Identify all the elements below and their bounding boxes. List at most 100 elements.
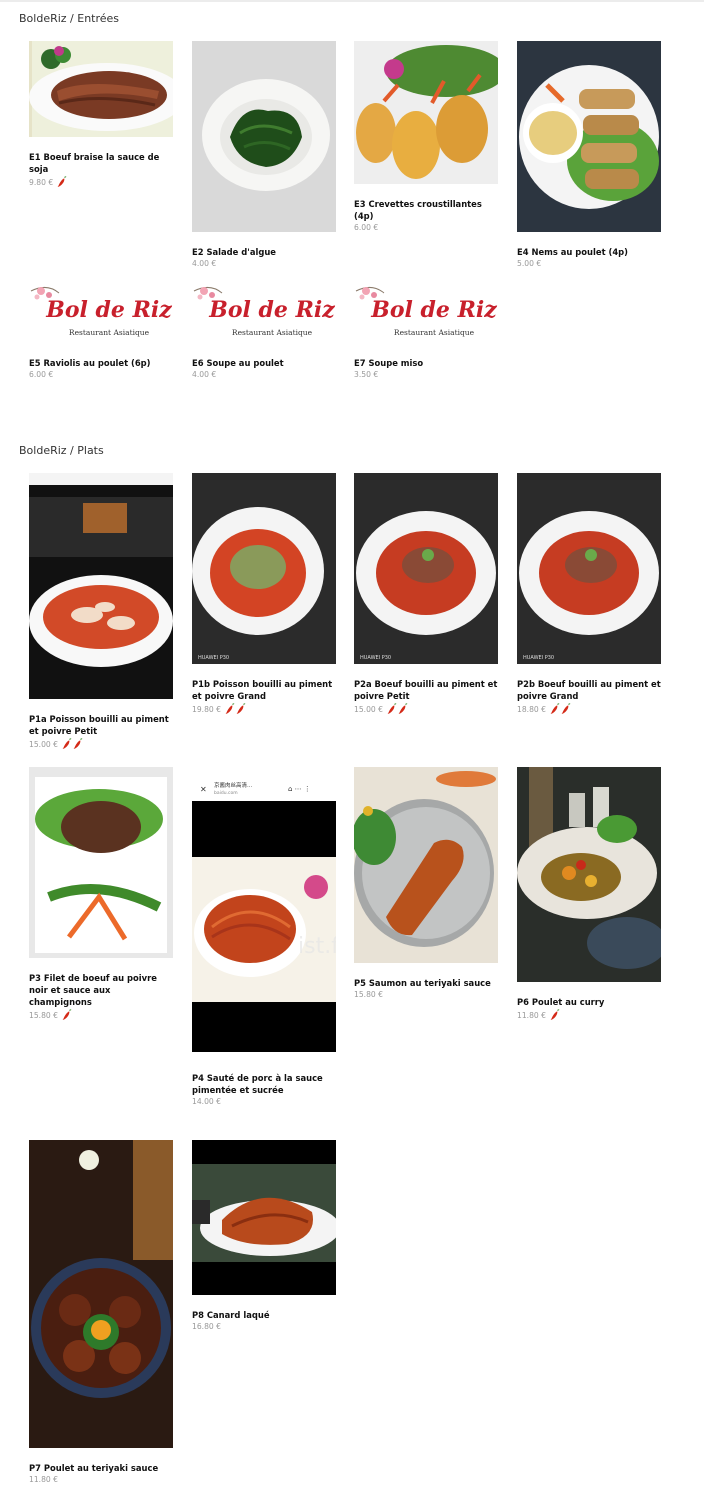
phone-page-title: 京酱肉丝高清...	[214, 781, 252, 789]
phone-site: baidu.com	[214, 790, 238, 796]
dish-photo[interactable]	[29, 1140, 173, 1448]
menu-item-e2[interactable]: E2 Salade d'algue 4.00 €	[192, 41, 336, 268]
chili-pepper-icon	[561, 703, 571, 715]
dish-price: 15.80 €	[29, 1010, 58, 1020]
dish-price: 14.00 €	[192, 1097, 221, 1106]
logo-name: Bol de Riz	[45, 297, 172, 323]
chili-pepper-icon	[550, 1009, 560, 1021]
logo-subtitle: Restaurant Asiatique	[69, 328, 150, 337]
watermark-text: ist.fr	[298, 934, 336, 959]
chili-pepper-icon	[62, 1009, 72, 1021]
chili-pepper-icon	[550, 703, 560, 715]
chili-pepper-icon	[57, 176, 67, 188]
restaurant-logo-image[interactable]: Bol de Riz Restaurant Asiatique	[192, 283, 336, 343]
svg-text:HUAWEI P30: HUAWEI P30	[198, 655, 229, 661]
dish-photo[interactable]	[517, 767, 661, 982]
svg-text:HUAWEI P30: HUAWEI P30	[360, 655, 391, 661]
dish-name: P1b Poisson bouilli au piment et poivre …	[192, 679, 333, 701]
dish-name: E7 Soupe miso	[354, 358, 424, 368]
menu-item-e1[interactable]: E1 Boeuf braise la sauce de soja 9.80 €	[29, 41, 173, 188]
dish-name: P1a Poisson bouilli au piment et poivre …	[29, 714, 169, 736]
section-title-plats: BoldeRiz / Plats	[19, 444, 104, 457]
dish-price: 4.00 €	[192, 259, 217, 268]
dish-price: 11.80 €	[517, 1010, 546, 1020]
menu-item-e4[interactable]: E4 Nems au poulet (4p) 5.00 €	[517, 41, 661, 268]
chili-pepper-icon	[236, 703, 246, 715]
dish-price: 16.80 €	[192, 1322, 221, 1331]
logo-name: Bol de Riz	[208, 297, 335, 323]
menu-item-p2b[interactable]: HUAWEI P30 P2b Boeuf bouilli au piment e…	[517, 473, 661, 715]
chili-pepper-icon	[387, 703, 397, 715]
dish-price: 11.80 €	[29, 1475, 58, 1484]
dish-photo[interactable]: ✕ 京酱肉丝高清... baidu.com ⌂ ⋯ ⋮ ist.fr ◁ ○ □	[192, 767, 336, 1058]
logo-subtitle: Restaurant Asiatique	[394, 328, 475, 337]
spicy-indicator	[550, 1009, 560, 1021]
section-title-entrees: BoldeRiz / Entrées	[19, 12, 120, 25]
dish-price: 3.50 €	[354, 370, 379, 379]
spicy-indicator	[62, 1009, 72, 1021]
menu-item-e3[interactable]: E3 Crevettes croustillantes (4p) 6.00 €	[354, 41, 498, 232]
chili-pepper-icon	[73, 738, 83, 750]
dish-photo[interactable]: HUAWEI P30	[354, 473, 498, 664]
dish-price: 5.00 €	[517, 259, 542, 268]
dish-name: E3 Crevettes croustillantes (4p)	[354, 199, 482, 221]
dish-photo[interactable]	[517, 41, 661, 232]
menu-item-p8[interactable]: P8 Canard laqué 16.80 €	[192, 1140, 336, 1331]
menu-item-p4[interactable]: ✕ 京酱肉丝高清... baidu.com ⌂ ⋯ ⋮ ist.fr ◁ ○ □…	[192, 767, 336, 1106]
dish-photo[interactable]	[29, 767, 173, 958]
spicy-indicator	[57, 176, 67, 188]
dish-price: 9.80 €	[29, 177, 54, 187]
dish-price: 6.00 €	[29, 370, 54, 379]
dish-photo[interactable]: HUAWEI P30	[517, 473, 661, 664]
dish-name: E1 Boeuf braise la sauce de soja	[29, 152, 160, 174]
dish-price: 4.00 €	[192, 370, 217, 379]
svg-text:⌂ ⋯ ⋮: ⌂ ⋯ ⋮	[288, 785, 311, 793]
dish-name: P4 Sauté de porc à la sauce pimentée et …	[192, 1073, 323, 1095]
dish-name: P2b Boeuf bouilli au piment et poivre Gr…	[517, 679, 661, 701]
spicy-indicator	[387, 703, 408, 715]
menu-item-p2a[interactable]: HUAWEI P30 P2a Boeuf bouilli au piment e…	[354, 473, 498, 715]
menu-item-p5[interactable]: P5 Saumon au teriyaki sauce 15.80 €	[354, 767, 498, 999]
restaurant-logo-image[interactable]: Bol de Riz Restaurant Asiatique	[29, 283, 173, 343]
dish-price: 15.80 €	[354, 990, 383, 999]
dish-name: E4 Nems au poulet (4p)	[517, 247, 628, 257]
logo-name: Bol de Riz	[370, 297, 497, 323]
dish-name: P2a Boeuf bouilli au piment et poivre Pe…	[354, 679, 498, 701]
menu-item-e5[interactable]: Bol de Riz Restaurant Asiatique E5 Ravio…	[29, 283, 173, 379]
dish-price: 19.80 €	[192, 704, 221, 714]
menu-item-e6[interactable]: Bol de Riz Restaurant Asiatique E6 Soupe…	[192, 283, 336, 379]
dish-price: 15.00 €	[29, 739, 58, 749]
spicy-indicator	[225, 703, 246, 715]
dish-photo[interactable]	[29, 473, 173, 699]
menu-item-p7[interactable]: P7 Poulet au teriyaki sauce 11.80 €	[29, 1140, 173, 1484]
svg-text:HUAWEI P30: HUAWEI P30	[523, 655, 554, 661]
spicy-indicator	[550, 703, 571, 715]
dish-photo[interactable]	[354, 767, 498, 963]
dish-photo[interactable]: HUAWEI P30	[192, 473, 336, 664]
dish-name: P8 Canard laqué	[192, 1310, 270, 1320]
dish-name: P6 Poulet au curry	[517, 997, 605, 1007]
menu-item-e7[interactable]: Bol de Riz Restaurant Asiatique E7 Soupe…	[354, 283, 498, 379]
dish-name: P3 Filet de boeuf au poivre noir et sauc…	[29, 973, 157, 1007]
logo-subtitle: Restaurant Asiatique	[232, 328, 313, 337]
dish-name: E5 Raviolis au poulet (6p)	[29, 358, 151, 368]
restaurant-logo-image[interactable]: Bol de Riz Restaurant Asiatique	[354, 283, 498, 343]
dish-name: P5 Saumon au teriyaki sauce	[354, 978, 491, 988]
menu-item-p6[interactable]: P6 Poulet au curry 11.80 €	[517, 767, 661, 1021]
dish-photo[interactable]	[354, 41, 498, 184]
dish-price: 15.00 €	[354, 704, 383, 714]
dish-name: P7 Poulet au teriyaki sauce	[29, 1463, 159, 1473]
dish-name: E2 Salade d'algue	[192, 247, 276, 257]
chili-pepper-icon	[398, 703, 408, 715]
spicy-indicator	[62, 738, 83, 750]
menu-item-p1a[interactable]: P1a Poisson bouilli au piment et poivre …	[29, 473, 173, 750]
chili-pepper-icon	[225, 703, 235, 715]
dish-photo[interactable]	[192, 41, 336, 232]
dish-name: E6 Soupe au poulet	[192, 358, 284, 368]
menu-item-p1b[interactable]: HUAWEI P30 P1b Poisson bouilli au piment…	[192, 473, 336, 715]
dish-photo[interactable]	[192, 1140, 336, 1295]
menu-item-p3[interactable]: P3 Filet de boeuf au poivre noir et sauc…	[29, 767, 173, 1021]
dish-price: 6.00 €	[354, 223, 379, 232]
dish-photo[interactable]	[29, 41, 173, 137]
svg-text:✕: ✕	[200, 785, 207, 794]
